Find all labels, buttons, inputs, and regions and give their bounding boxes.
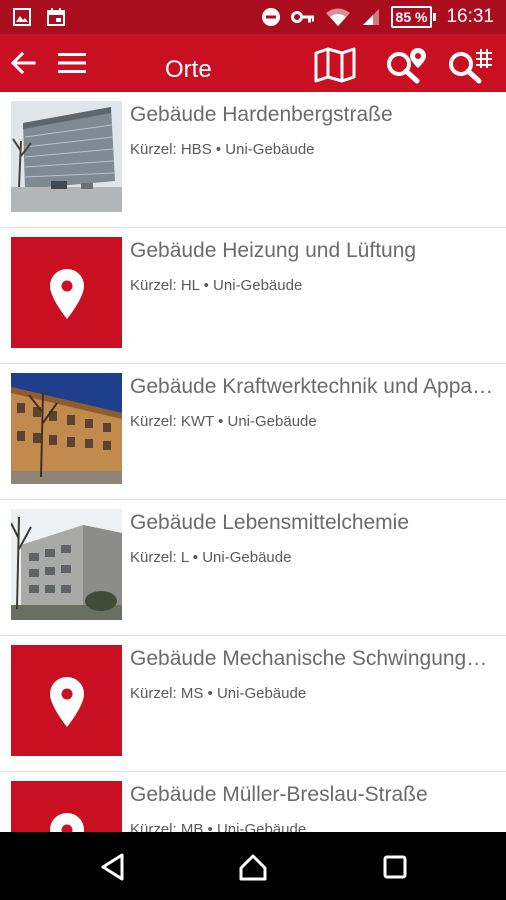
place-photo [11, 373, 122, 484]
place-photo [11, 509, 122, 620]
page-title: Orte [165, 56, 212, 83]
map-icon[interactable] [314, 47, 356, 83]
back-triangle-icon[interactable] [98, 852, 128, 882]
do-not-disturb-icon [261, 8, 280, 26]
place-title: Gebäude Kraftwerktechnik und Apparatebau [130, 375, 495, 398]
place-photo [11, 101, 122, 212]
place-subtitle: Kürzel: L • Uni-Gebäude [130, 549, 292, 566]
image-icon [13, 8, 31, 26]
place-subtitle: Kürzel: MB • Uni-Gebäude [130, 821, 307, 832]
list-item[interactable]: Gebäude Kraftwerktechnik und Apparatebau… [0, 364, 506, 500]
place-title: Gebäude Müller-Breslau-Straße [130, 783, 428, 806]
place-subtitle: Kürzel: MS • Uni-Gebäude [130, 685, 307, 702]
back-arrow-icon[interactable] [8, 48, 38, 78]
location-pin-icon [50, 269, 84, 319]
battery-icon: 85 % [390, 6, 437, 28]
search-filter-icon[interactable] [446, 46, 494, 84]
place-title: Gebäude Heizung und Lüftung [130, 239, 417, 262]
place-subtitle: Kürzel: HBS • Uni-Gebäude [130, 141, 315, 158]
battery-percent: 85 % [390, 6, 433, 28]
place-subtitle: Kürzel: HL • Uni-Gebäude [130, 277, 303, 294]
list-item[interactable]: Gebäude Lebensmittelchemie Kürzel: L • U… [0, 500, 506, 636]
signal-icon [362, 9, 379, 25]
status-clock: 16:31 [446, 6, 494, 27]
list-item[interactable]: Gebäude Heizung und Lüftung Kürzel: HL •… [0, 228, 506, 364]
vpn-key-icon [290, 11, 314, 23]
place-title: Gebäude Lebensmittelchemie [130, 511, 410, 534]
status-bar: 85 % 16:31 [0, 0, 506, 34]
navigation-bar [0, 832, 506, 900]
home-icon[interactable] [238, 852, 268, 882]
list-item[interactable]: Gebäude Hardenbergstraße Kürzel: HBS • U… [0, 92, 506, 228]
places-list: Gebäude Hardenbergstraße Kürzel: HBS • U… [0, 92, 506, 832]
location-pin-icon [50, 677, 84, 727]
app-bar: Orte [0, 34, 506, 92]
list-item[interactable]: Gebäude Mechanische Schwingungslehre Kür… [0, 636, 506, 772]
hamburger-menu-icon[interactable] [56, 48, 88, 78]
place-placeholder [11, 237, 122, 348]
place-title: Gebäude Hardenbergstraße [130, 103, 393, 126]
place-placeholder [11, 645, 122, 756]
location-pin-icon [50, 813, 84, 832]
wifi-icon [325, 8, 350, 26]
list-item[interactable]: Gebäude Müller-Breslau-Straße Kürzel: MB… [0, 772, 506, 832]
calendar-icon [47, 8, 65, 26]
place-subtitle: Kürzel: KWT • Uni-Gebäude [130, 413, 317, 430]
place-placeholder [11, 781, 122, 832]
recents-icon[interactable] [380, 852, 410, 882]
search-location-icon[interactable] [384, 46, 426, 84]
place-title: Gebäude Mechanische Schwingungslehre [130, 647, 495, 670]
